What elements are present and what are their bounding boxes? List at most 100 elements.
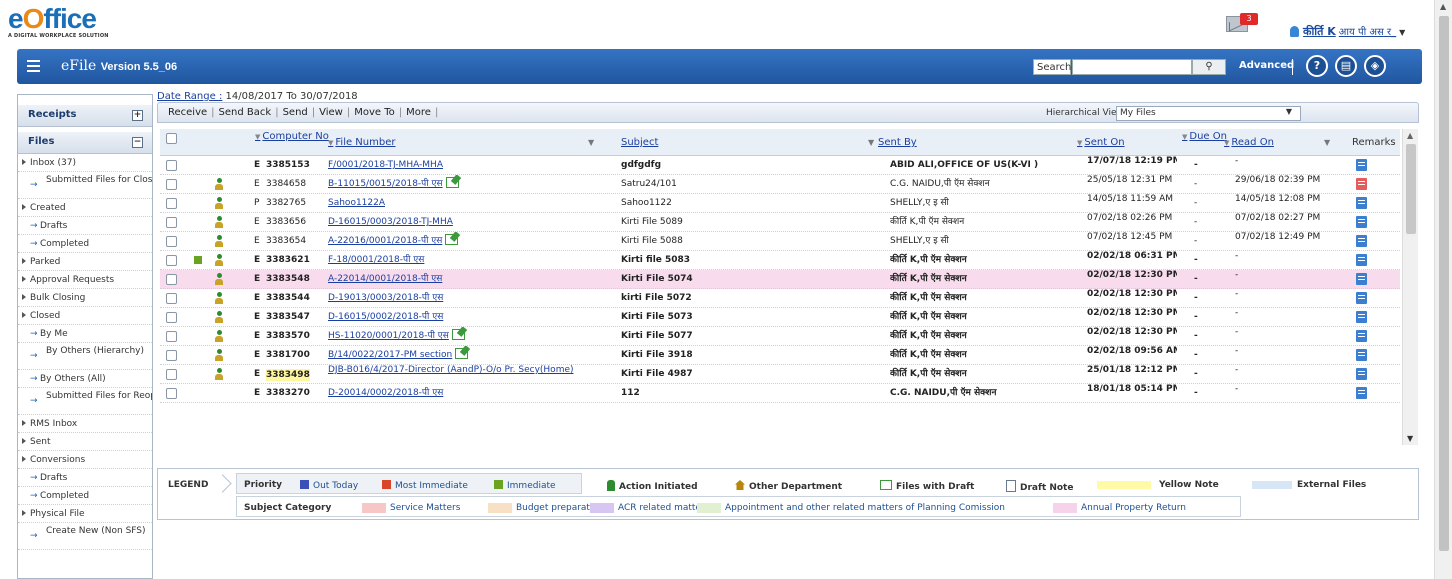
toolbar-action-move-to[interactable]: Move To: [352, 107, 397, 118]
row-checkbox[interactable]: [166, 331, 177, 342]
remarks-icon[interactable]: [1356, 349, 1367, 361]
hamburger-menu-icon[interactable]: [27, 60, 40, 72]
files-with-draft-icon[interactable]: [451, 329, 465, 340]
expand-arrow-icon[interactable]: [22, 276, 26, 282]
help-icon[interactable]: ?: [1306, 55, 1328, 77]
row-checkbox[interactable]: [166, 179, 177, 190]
col-read-on-menu[interactable]: ▼: [1324, 129, 1330, 156]
scroll-up-icon[interactable]: ▲: [1407, 131, 1413, 140]
table-row[interactable]: E 3383654 A-22016/0001/2018-पी एस Kirti Fil…: [160, 232, 1400, 251]
file-number-link[interactable]: A-22014/0001/2018-पी एस: [328, 270, 583, 289]
sidebar-item[interactable]: Drafts: [18, 469, 152, 487]
expand-arrow-icon[interactable]: [22, 159, 26, 165]
row-checkbox[interactable]: [166, 236, 177, 247]
table-row[interactable]: E 3383656 D-16015/0003/2018-TJ-MHA Kirti Fi…: [160, 213, 1400, 232]
col-file-number-menu[interactable]: ▼: [588, 129, 594, 156]
file-number-link[interactable]: D-19013/0003/2018-पी एस: [328, 289, 583, 308]
page-scroll-thumb[interactable]: [1439, 16, 1449, 551]
remarks-icon[interactable]: [1356, 330, 1367, 342]
select-all-checkbox[interactable]: [166, 133, 177, 144]
file-number-text[interactable]: D-19013/0003/2018-पी एस: [328, 293, 443, 303]
sidebar-item[interactable]: By Me: [18, 325, 152, 343]
remarks-icon[interactable]: [1356, 197, 1367, 209]
files-with-draft-icon[interactable]: [455, 348, 469, 359]
table-row[interactable]: E 3384658 B-11015/0015/2018-पी एस Satru24/1…: [160, 175, 1400, 194]
eoffice-logo[interactable]: eOffice A DIGITAL WORKPLACE SOLUTION: [8, 5, 109, 40]
scroll-down-icon[interactable]: ▼: [1407, 434, 1413, 443]
sidebar-item[interactable]: Physical File: [18, 505, 152, 523]
expand-icon[interactable]: +: [132, 110, 143, 121]
table-row[interactable]: P 3382765 Sahoo1122A Sahoo1122 SHELLY,ए इ सी…: [160, 194, 1400, 213]
remarks-icon[interactable]: [1356, 235, 1367, 247]
notification-badge[interactable]: 3: [1240, 13, 1258, 25]
file-number-link[interactable]: F-18/0001/2018-पी एस: [328, 251, 583, 270]
sidebar-item[interactable]: By Others (Hierarchy): [18, 343, 152, 370]
expand-arrow-icon[interactable]: [22, 510, 26, 516]
chevron-down-icon[interactable]: ▼: [1399, 28, 1405, 37]
document-icon[interactable]: ▤: [1335, 55, 1357, 77]
col-due-on[interactable]: ▼ Due On: [1182, 129, 1227, 156]
file-number-text[interactable]: D-16015/0003/2018-TJ-MHA: [328, 217, 453, 227]
remarks-icon[interactable]: [1356, 216, 1367, 228]
files-with-draft-icon[interactable]: [445, 234, 459, 245]
remarks-icon[interactable]: [1356, 273, 1367, 285]
remarks-icon[interactable]: [1356, 387, 1367, 399]
expand-arrow-icon[interactable]: [22, 438, 26, 444]
hierarchical-view-select[interactable]: My Files ▼: [1116, 106, 1301, 121]
file-number-text[interactable]: HS-11020/0001/2018-पी एस: [328, 331, 449, 341]
search-input[interactable]: [1072, 59, 1192, 75]
expand-arrow-icon[interactable]: [22, 420, 26, 426]
row-checkbox[interactable]: [166, 388, 177, 399]
file-number-link[interactable]: B/14/0022/2017-PM section: [328, 346, 583, 365]
box-icon[interactable]: ◈: [1364, 55, 1386, 77]
advanced-search-link[interactable]: Advanced: [1239, 60, 1294, 71]
file-number-text[interactable]: F/0001/2018-TJ-MHA-MHA: [328, 160, 443, 170]
expand-arrow-icon[interactable]: [22, 258, 26, 264]
row-checkbox[interactable]: [166, 255, 177, 266]
table-scroll-thumb[interactable]: [1406, 144, 1416, 234]
table-row[interactable]: E 3383270 D-20014/0002/2018-पी एस 112 C.G. N…: [160, 384, 1400, 403]
file-number-link[interactable]: A-22016/0001/2018-पी एस: [328, 232, 583, 251]
expand-arrow-icon[interactable]: [22, 312, 26, 318]
sidebar-files-header[interactable]: Files −: [18, 132, 152, 154]
sidebar-item[interactable]: By Others (All): [18, 370, 152, 388]
table-row[interactable]: E 3383548 A-22014/0001/2018-पी एस Kirti Fil…: [160, 270, 1400, 289]
file-number-text[interactable]: DJB-B016/4/2017-Director (AandP)-O/o Pr.…: [328, 365, 574, 375]
page-scrollbar[interactable]: ▲: [1434, 0, 1452, 579]
user-designation[interactable]: आय पी अस र_: [1339, 27, 1396, 38]
file-number-text[interactable]: A-22014/0001/2018-पी एस: [328, 274, 442, 284]
sidebar-item[interactable]: Inbox (37): [18, 154, 152, 172]
sidebar-item[interactable]: Closed: [18, 307, 152, 325]
remarks-icon[interactable]: [1356, 311, 1367, 323]
file-number-text[interactable]: A-22016/0001/2018-पी एस: [328, 236, 442, 246]
sidebar-item[interactable]: Sent: [18, 433, 152, 451]
files-with-draft-icon[interactable]: [445, 177, 459, 188]
file-number-link[interactable]: F/0001/2018-TJ-MHA-MHA: [328, 156, 583, 175]
sidebar-item[interactable]: Conversions: [18, 451, 152, 469]
sidebar-item[interactable]: Submitted Files for Reopening Approval: [18, 388, 152, 415]
file-number-text[interactable]: Sahoo1122A: [328, 198, 385, 208]
file-number-link[interactable]: D-16015/0003/2018-TJ-MHA: [328, 213, 583, 232]
file-number-text[interactable]: B-11015/0015/2018-पी एस: [328, 179, 443, 189]
toolbar-action-receive[interactable]: Receive: [166, 107, 209, 118]
col-sent-by[interactable]: Sent By: [878, 129, 917, 156]
row-checkbox[interactable]: [166, 293, 177, 304]
sidebar-item[interactable]: Bulk Closing: [18, 289, 152, 307]
col-subject[interactable]: Subject: [621, 129, 658, 156]
sidebar-item[interactable]: Submitted Files for Closing Approval: [18, 172, 152, 199]
remarks-icon[interactable]: [1356, 254, 1367, 266]
table-row[interactable]: E 3383621 F-18/0001/2018-पी एस Kirti file 5…: [160, 251, 1400, 270]
file-number-link[interactable]: D-20014/0002/2018-पी एस: [328, 384, 583, 403]
col-subject-menu[interactable]: ▼: [868, 129, 874, 156]
table-row[interactable]: E 3383547 D-16015/0002/2018-पी एस Kirti Fil…: [160, 308, 1400, 327]
row-checkbox[interactable]: [166, 198, 177, 209]
file-number-text[interactable]: D-16015/0002/2018-पी एस: [328, 312, 443, 322]
row-checkbox[interactable]: [166, 312, 177, 323]
file-number-text[interactable]: F-18/0001/2018-पी एस: [328, 255, 424, 265]
toolbar-action-send-back[interactable]: Send Back: [217, 107, 274, 118]
remarks-icon[interactable]: [1356, 178, 1367, 190]
row-checkbox[interactable]: [166, 160, 177, 171]
col-sent-on[interactable]: ▼ Sent On: [1077, 129, 1125, 156]
file-number-link[interactable]: DJB-B016/4/2017-Director (AandP)-O/o Pr.…: [328, 365, 583, 384]
table-row[interactable]: E 3381700 B/14/0022/2017-PM section Kirti F…: [160, 346, 1400, 365]
